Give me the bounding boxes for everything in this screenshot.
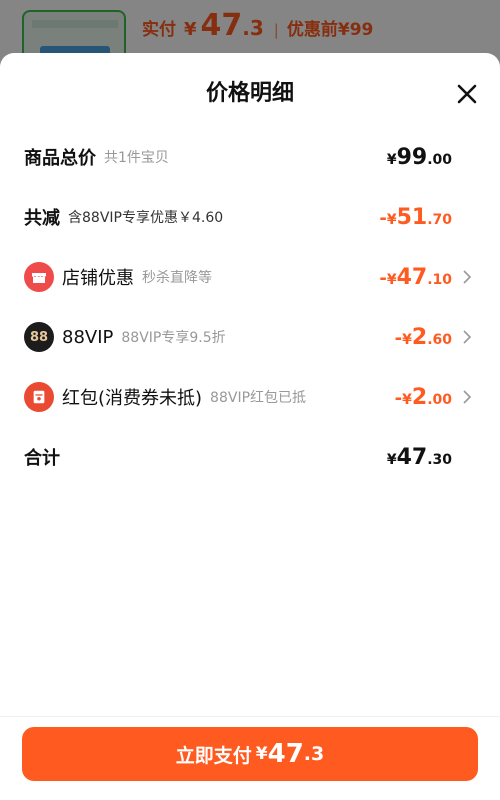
total-price-label: 商品总价 [24, 148, 96, 169]
pay-yen: ¥ [255, 744, 268, 764]
minus-sign: - [394, 327, 403, 349]
yen-symbol: ¥ [386, 151, 397, 168]
red-packet-icon [24, 382, 54, 412]
amount-decimal: .10 [427, 271, 452, 288]
shop-discount-sub: 秒杀直降等 [142, 270, 212, 286]
chevron-right-icon[interactable] [458, 388, 476, 406]
total-discount-sub: 含88VIP专享优惠￥4.60 [68, 210, 224, 226]
row-red-packet[interactable]: 红包(消费券未抵) 88VIP红包已抵 - ¥2.00 [24, 377, 476, 417]
chevron-right-icon[interactable] [458, 328, 476, 346]
minus-sign: - [379, 267, 387, 289]
row-88vip[interactable]: 88 88VIP 88VIP专享9.5折 - ¥2.60 [24, 317, 476, 357]
amount-decimal: .60 [427, 331, 452, 348]
88vip-amount: - ¥2.60 [395, 325, 452, 350]
chevron-right-icon[interactable] [458, 268, 476, 286]
shop-icon [24, 262, 54, 292]
yen-symbol: ¥ [402, 391, 412, 408]
shop-discount-label: 店铺优惠 [62, 268, 134, 289]
minus-sign: - [394, 387, 403, 409]
total-price-amount: ¥99.00 [387, 145, 452, 170]
amount-integer: 2 [411, 384, 428, 410]
88vip-label: 88VIP [62, 326, 114, 348]
pay-now-button[interactable]: 立即支付 ¥ 47 .3 [22, 727, 478, 781]
yen-symbol: ¥ [402, 331, 412, 348]
yen-symbol: ¥ [386, 451, 397, 468]
red-packet-sub: 88VIP红包已抵 [210, 390, 307, 406]
sum-amount: ¥47.30 [387, 445, 452, 470]
total-discount-amount: - ¥51.70 [379, 205, 452, 230]
amount-decimal: .00 [427, 391, 452, 408]
amount-integer: 99 [396, 144, 428, 170]
bottom-bar: 立即支付 ¥ 47 .3 [0, 716, 500, 800]
price-detail-sheet: 价格明细 商品总价 共1件宝贝 ¥99.00 共减 含88VIP专享优惠￥4.6… [0, 53, 500, 800]
amount-integer: 47 [396, 444, 428, 470]
row-total-discount: 共减 含88VIP专享优惠￥4.60 - ¥51.70 [24, 197, 476, 237]
row-shop-discount[interactable]: 店铺优惠 秒杀直降等 - ¥47.10 [24, 257, 476, 297]
yen-symbol: ¥ [386, 211, 397, 228]
minus-sign: - [379, 207, 387, 229]
pay-integer: 47 [267, 739, 304, 769]
row-sum: 合计 ¥47.30 [24, 437, 476, 477]
yen-symbol: ¥ [386, 271, 397, 288]
88vip-icon: 88 [24, 322, 54, 352]
row-total-price: 商品总价 共1件宝贝 ¥99.00 [24, 137, 476, 177]
close-icon[interactable] [456, 83, 478, 105]
total-discount-label: 共减 [24, 208, 60, 229]
pay-now-label: 立即支付 [175, 744, 252, 767]
amount-decimal: .30 [427, 451, 452, 468]
amount-integer: 47 [396, 264, 428, 290]
sum-label: 合计 [24, 448, 60, 469]
red-packet-label: 红包(消费券未抵) [62, 388, 203, 409]
sheet-title: 价格明细 [205, 81, 294, 106]
amount-decimal: .70 [427, 211, 452, 228]
amount-integer: 2 [411, 324, 428, 350]
red-packet-amount: - ¥2.00 [395, 385, 452, 410]
total-price-sub: 共1件宝贝 [104, 150, 169, 166]
pay-decimal: .3 [303, 743, 325, 765]
amount-integer: 51 [396, 204, 428, 230]
88vip-sub: 88VIP专享9.5折 [121, 330, 226, 346]
amount-decimal: .00 [427, 151, 452, 168]
shop-discount-amount: - ¥47.10 [379, 265, 452, 290]
